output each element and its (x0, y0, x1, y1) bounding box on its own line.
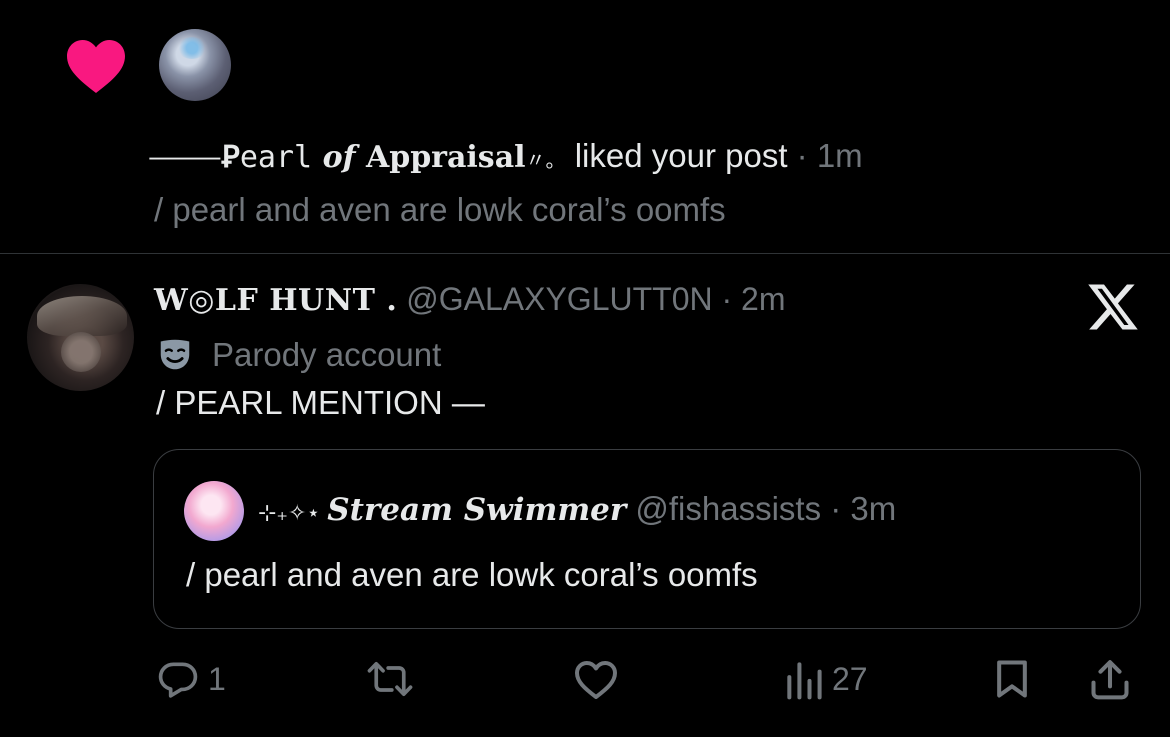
bookmark-icon (997, 660, 1027, 698)
quoted-post-card[interactable] (153, 449, 1141, 629)
liker-name-dash[interactable]: ⸻ (148, 140, 222, 175)
notification-action: liked your post (565, 137, 788, 174)
views-icon (787, 662, 822, 700)
notification-text: ⸻Ꝑearl of Appraisal〃。 liked your post · … (148, 132, 863, 176)
parody-badge: Parody account (156, 336, 441, 374)
reply-button[interactable]: 1 (156, 655, 226, 703)
like-button[interactable] (572, 655, 628, 703)
heart-icon (67, 39, 125, 93)
author-handle[interactable]: @GALAXYGLUTT0N (406, 281, 712, 317)
post-separator: · (712, 281, 742, 317)
divider (0, 253, 1170, 254)
quoted-author-avatar[interactable] (184, 481, 244, 541)
parody-mask-icon (160, 339, 190, 370)
views-button[interactable]: 27 (784, 655, 868, 703)
liker-avatar[interactable] (159, 29, 231, 101)
reply-count: 1 (208, 660, 226, 697)
quoted-post-text: / pearl and aven are lowk coral’s oomfs (186, 556, 758, 593)
liker-name-p4[interactable]: Appraisal (366, 140, 526, 175)
post-text: / PEARL MENTION — (156, 384, 485, 421)
bookmark-button[interactable] (992, 655, 1032, 703)
parody-label: Parody account (212, 336, 442, 373)
views-count: 27 (832, 660, 868, 697)
notification-post-snippet[interactable]: / pearl and aven are lowk coral’s oomfs (154, 191, 726, 229)
notification-time: 1m (816, 137, 863, 174)
quoted-post-header: ⊹₊✧⋆ Stream Swimmer @fishassists · 3m (258, 490, 896, 528)
reply-icon (158, 662, 198, 698)
quoted-name-decoration: ⊹₊✧⋆ (258, 501, 328, 526)
share-icon (1091, 660, 1129, 700)
share-button[interactable] (1087, 655, 1133, 703)
avatar-face (61, 332, 101, 372)
repost-icon (367, 661, 413, 697)
repost-button[interactable] (365, 655, 423, 703)
author-avatar[interactable] (27, 284, 134, 391)
quoted-author-name[interactable]: Stream Swimmer (327, 492, 626, 528)
quoted-separator: · (821, 490, 851, 527)
like-icon (575, 661, 617, 699)
post-header: W◎LF HUNT . @GALAXYGLUTT0N · 2m (154, 281, 785, 318)
liker-name-p3[interactable]: of (312, 140, 366, 175)
x-logo-icon (1088, 284, 1138, 330)
avatar-hat (37, 296, 127, 336)
author-name[interactable]: W◎LF HUNT . (154, 283, 397, 318)
liker-name-p1[interactable]: Ꝑ (222, 140, 240, 175)
post-time[interactable]: 2m (741, 281, 785, 317)
notification-separator: · (787, 137, 817, 174)
quoted-time: 3m (850, 490, 897, 527)
liker-name-p5[interactable]: 〃。 (526, 148, 566, 172)
quoted-author-handle[interactable]: @fishassists (635, 490, 821, 527)
liker-name-p2[interactable]: earl (240, 140, 312, 175)
